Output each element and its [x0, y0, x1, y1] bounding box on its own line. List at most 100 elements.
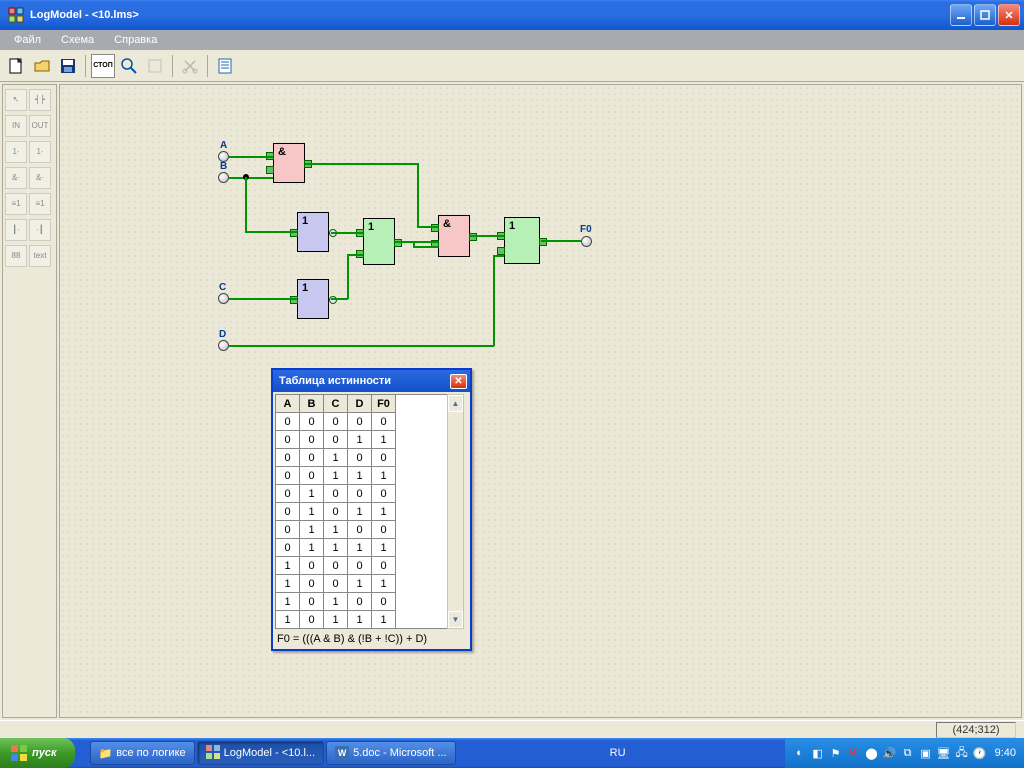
gate-or-2[interactable]: 1: [504, 217, 540, 264]
tray-icon[interactable]: ⬤: [865, 746, 879, 760]
port-d[interactable]: [218, 340, 229, 351]
truth-table: ABCDF0 000000001100100001110100001011011…: [275, 394, 396, 629]
port-c[interactable]: [218, 293, 229, 304]
tool-wire[interactable]: ┥┝: [29, 89, 51, 111]
system-tray: ◐ ◧ ⚑ K ⬤ 🔊 ⧉ ▣ 🖥 🖧 🕐 9:40: [785, 738, 1024, 768]
start-button[interactable]: пуск: [0, 738, 75, 768]
list-button[interactable]: [213, 54, 237, 78]
tt-header: B: [300, 395, 324, 413]
table-row: 01011: [276, 503, 396, 521]
folder-icon: 📁: [99, 747, 113, 760]
tray-icon[interactable]: ◧: [811, 746, 825, 760]
gate-and-2[interactable]: &: [438, 215, 470, 257]
tt-header: D: [348, 395, 372, 413]
new-button[interactable]: [4, 54, 28, 78]
tt-header: F0: [372, 395, 396, 413]
tool-eq2[interactable]: ≡1: [29, 193, 51, 215]
tray-icon[interactable]: ⧉: [901, 746, 915, 760]
tool-mux1[interactable]: ┃·: [5, 219, 27, 241]
scroll-up-icon[interactable]: ▲: [448, 395, 463, 412]
clock[interactable]: 9:40: [995, 747, 1016, 759]
label-c: C: [219, 282, 226, 293]
dialog-close-button[interactable]: ✕: [450, 374, 467, 389]
gate-or-1[interactable]: 1: [363, 218, 395, 265]
tray-icon[interactable]: 🖧: [955, 746, 969, 760]
table-row: 10100: [276, 593, 396, 611]
table-row: 01100: [276, 521, 396, 539]
tool-in[interactable]: IN: [5, 115, 27, 137]
label-f0: F0: [580, 224, 592, 235]
maximize-button[interactable]: [974, 4, 996, 26]
workarea: ↖┥┝ INOUT 1·1· &·&· ≡1≡1 ┃··┃ 88text A B…: [0, 82, 1024, 720]
minimize-button[interactable]: [950, 4, 972, 26]
tray-icon[interactable]: ▣: [919, 746, 933, 760]
label-b: B: [220, 161, 227, 172]
table-row: 01111: [276, 539, 396, 557]
tool-buf2[interactable]: 1·: [29, 141, 51, 163]
stop-button[interactable]: СТОП: [91, 54, 115, 78]
canvas[interactable]: A B C D F0 & 1 1 1 &: [59, 84, 1022, 718]
window-title: LogModel - <10.lms>: [28, 9, 950, 21]
tray-icon[interactable]: ⚑: [829, 746, 843, 760]
app-icon: [206, 745, 220, 762]
formula: F0 = (((A & B) & (!B + !C)) + D): [275, 629, 468, 647]
tray-icon[interactable]: K: [847, 746, 861, 760]
table-row: 00100: [276, 449, 396, 467]
taskbar: пуск 📁все по логике LogModel - <10.l... …: [0, 738, 1024, 768]
table-row: 01000: [276, 485, 396, 503]
port-f0[interactable]: [581, 236, 592, 247]
tool-mux2[interactable]: ·┃: [29, 219, 51, 241]
cut-button[interactable]: [178, 54, 202, 78]
gate-not-b[interactable]: 1: [297, 212, 329, 252]
tool-and1[interactable]: &·: [5, 167, 27, 189]
tool-eq1[interactable]: ≡1: [5, 193, 27, 215]
menubar: Файл Схема Справка: [0, 30, 1024, 50]
zoom-button[interactable]: [117, 54, 141, 78]
task-folder[interactable]: 📁все по логике: [90, 741, 195, 765]
scroll-down-icon[interactable]: ▼: [448, 611, 463, 628]
menu-file[interactable]: Файл: [6, 33, 49, 47]
label-d: D: [219, 329, 226, 340]
tt-header: A: [276, 395, 300, 413]
gate-not-c[interactable]: 1: [297, 279, 329, 319]
truth-table-dialog[interactable]: Таблица истинности ✕ ABCDF0 000000001100…: [271, 368, 472, 651]
label-a: A: [220, 140, 227, 151]
task-word[interactable]: W 5.doc - Microsoft ...: [326, 741, 456, 765]
tray-icon[interactable]: 🕐: [973, 746, 987, 760]
tool-and2[interactable]: &·: [29, 167, 51, 189]
tool-out[interactable]: OUT: [29, 115, 51, 137]
windows-icon: [10, 744, 28, 762]
titlebar: LogModel - <10.lms> ✕: [0, 0, 1024, 30]
table-row: 10011: [276, 575, 396, 593]
table-row: 10000: [276, 557, 396, 575]
table-row: 00000: [276, 413, 396, 431]
dialog-title: Таблица истинности: [279, 375, 391, 387]
app-icon: [8, 7, 24, 23]
tool-pointer[interactable]: ↖: [5, 89, 27, 111]
tt-header: C: [324, 395, 348, 413]
tray-icon[interactable]: 🔊: [883, 746, 897, 760]
table-row: 00011: [276, 431, 396, 449]
menu-scheme[interactable]: Схема: [53, 33, 102, 47]
tool-buf1[interactable]: 1·: [5, 141, 27, 163]
tool-text[interactable]: text: [29, 245, 51, 267]
task-logmodel[interactable]: LogModel - <10.l...: [197, 741, 324, 765]
tray-icon[interactable]: 🖥: [937, 746, 951, 760]
gate-and-1[interactable]: &: [273, 143, 305, 183]
port-b[interactable]: [218, 172, 229, 183]
tool-seg[interactable]: 88: [5, 245, 27, 267]
open-button[interactable]: [30, 54, 54, 78]
language-indicator[interactable]: RU: [606, 747, 630, 759]
table-row: 10111: [276, 611, 396, 629]
dialog-titlebar[interactable]: Таблица истинности ✕: [273, 370, 470, 392]
menu-help[interactable]: Справка: [106, 33, 165, 47]
edit-button[interactable]: [143, 54, 167, 78]
tool-palette: ↖┥┝ INOUT 1·1· &·&· ≡1≡1 ┃··┃ 88text: [2, 84, 57, 718]
save-button[interactable]: [56, 54, 80, 78]
word-icon: W: [335, 746, 349, 760]
tray-icon[interactable]: ◐: [793, 746, 807, 760]
close-button[interactable]: ✕: [998, 4, 1020, 26]
toolbar: СТОП: [0, 50, 1024, 82]
scrollbar[interactable]: ▲ ▼: [447, 394, 464, 629]
status-coord: (424;312): [936, 722, 1016, 738]
